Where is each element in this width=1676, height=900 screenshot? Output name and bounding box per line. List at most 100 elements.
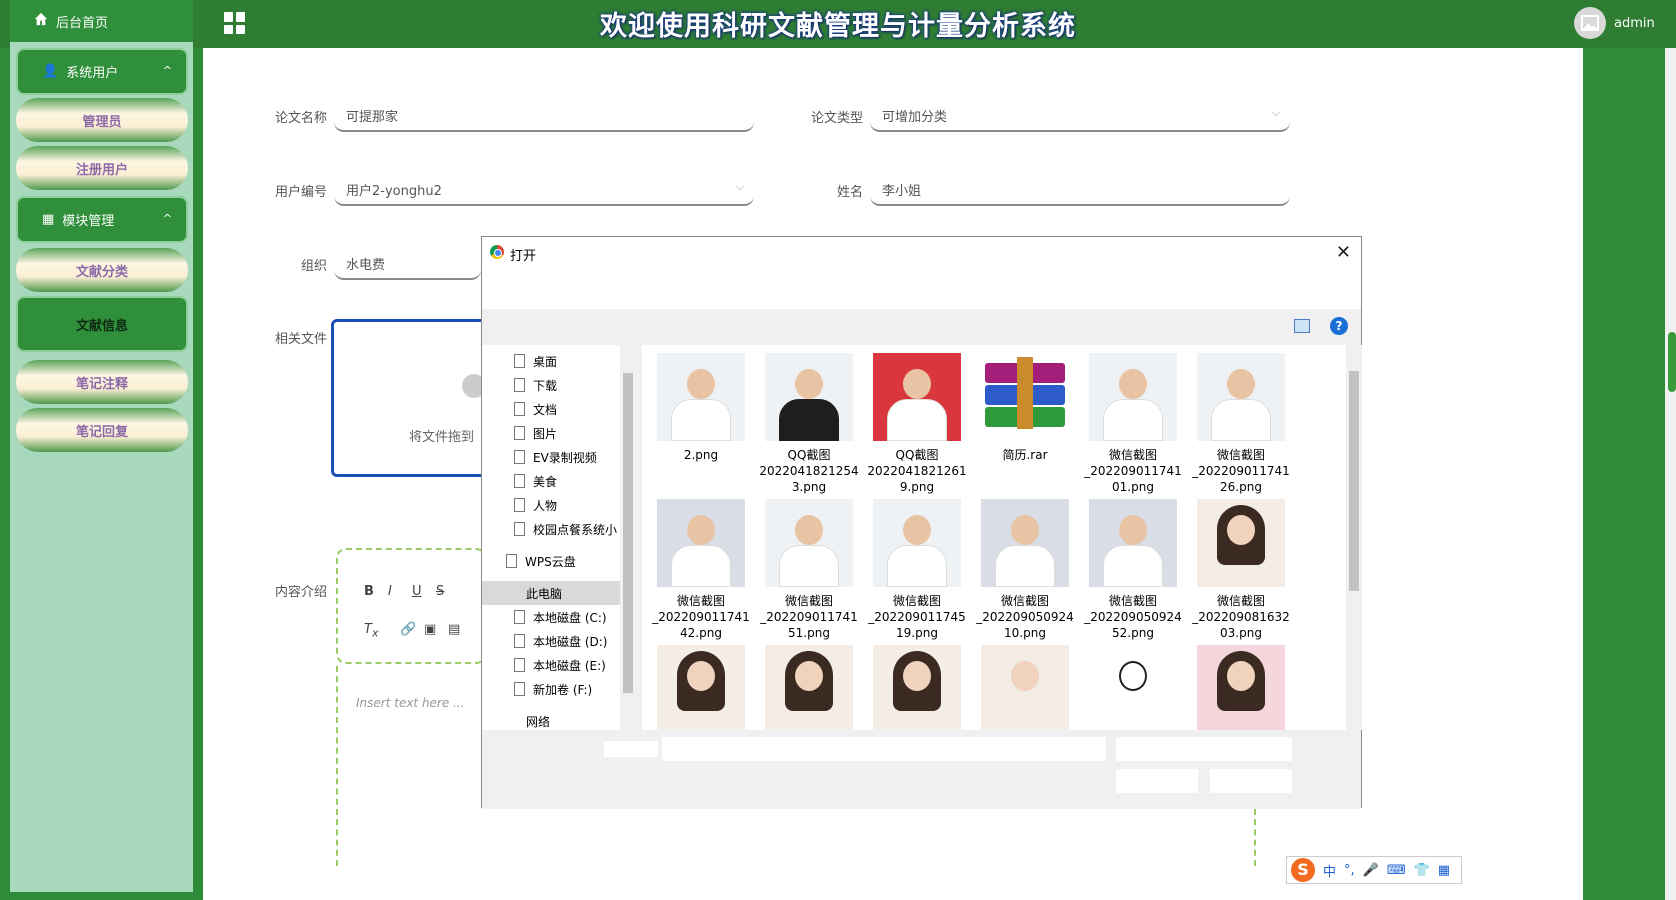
- skin-icon[interactable]: 👕: [1414, 863, 1430, 878]
- file-item[interactable]: [1080, 645, 1186, 730]
- file-name-line3: 51.png: [788, 626, 830, 640]
- file-item[interactable]: [648, 645, 754, 730]
- file-item[interactable]: [972, 645, 1078, 730]
- file-name-line1: QQ截图: [895, 448, 939, 462]
- file-item[interactable]: QQ截图 2022041821261 9.png: [864, 353, 970, 503]
- grid-icon[interactable]: ▦: [1438, 863, 1450, 878]
- file-item[interactable]: 微信截图 _202209011745 19.png: [864, 499, 970, 649]
- paper-type-label: 论文类型: [810, 111, 863, 126]
- navigation-pane: 桌面📌 下载📌 文档📌 图片📌 EV录制视频 美食 人物 校园点餐系统小 WPS…: [482, 345, 636, 730]
- keyboard-icon[interactable]: ⌨: [1387, 863, 1406, 878]
- nav-item-drive-f[interactable]: 新加卷 (F:): [482, 677, 636, 701]
- nav-item-desktop[interactable]: 桌面📌: [482, 349, 636, 373]
- nav-item-wps[interactable]: WPS云盘: [482, 549, 636, 573]
- thumbnail: [981, 645, 1069, 730]
- page-scrollbar-thumb[interactable]: [1668, 332, 1676, 392]
- nav-item-documents[interactable]: 文档📌: [482, 397, 636, 421]
- sidebar-item-admin[interactable]: 管理员: [16, 98, 188, 142]
- nav-item-ev-videos[interactable]: EV录制视频: [482, 445, 636, 469]
- user-icon: 👤: [42, 64, 59, 79]
- file-item[interactable]: 微信截图 _202209050924 52.png: [1080, 499, 1186, 649]
- file-item[interactable]: [756, 645, 862, 730]
- video-icon[interactable]: ▤: [448, 622, 460, 637]
- open-button[interactable]: [1116, 769, 1198, 793]
- link-icon[interactable]: 🔗: [400, 622, 416, 637]
- file-item[interactable]: 微信截图 _202209011741 26.png: [1188, 353, 1294, 503]
- nav-item-campus[interactable]: 校园点餐系统小: [482, 517, 636, 541]
- file-name-line3: 42.png: [680, 626, 722, 640]
- underline-button[interactable]: U: [412, 584, 422, 599]
- nav-item-pictures[interactable]: 图片📌: [482, 421, 636, 445]
- nav-item-drive-d[interactable]: 本地磁盘 (D:): [482, 629, 636, 653]
- file-item[interactable]: 微信截图 _202209011741 51.png: [756, 499, 862, 649]
- nav-item-drive-e[interactable]: 本地磁盘 (E:): [482, 653, 636, 677]
- file-name-line1: 微信截图: [784, 594, 833, 608]
- org-label: 组织: [300, 259, 327, 274]
- file-item[interactable]: [1188, 645, 1294, 730]
- file-name-line1: 微信截图: [1108, 594, 1157, 608]
- nav-group-modules[interactable]: ▦ 模块管理 ^: [16, 196, 188, 243]
- italic-button[interactable]: I: [388, 584, 392, 599]
- file-name-line2: _202209011741: [652, 610, 750, 624]
- file-item[interactable]: 简历.rar: [972, 353, 1078, 503]
- file-item[interactable]: [864, 645, 970, 730]
- user-no-value: 用户2-yonghu2: [346, 184, 442, 199]
- bold-button[interactable]: B: [364, 584, 374, 599]
- dialog-footer: [482, 730, 1361, 809]
- nav-group-system-users[interactable]: 👤 系统用户 ^: [16, 48, 188, 95]
- dialog-titlebar: 打开 ✕: [482, 237, 1361, 309]
- sidebar-item-doc-info[interactable]: 文献信息: [16, 296, 188, 352]
- filetype-select[interactable]: [1116, 737, 1292, 761]
- nav-item-this-pc[interactable]: 此电脑: [482, 581, 636, 605]
- mic-icon[interactable]: 🎤: [1363, 863, 1379, 878]
- nav-item-drive-c[interactable]: 本地磁盘 (C:): [482, 605, 636, 629]
- file-item[interactable]: 微信截图 _202209081632 03.png: [1188, 499, 1294, 649]
- nav-item-downloads[interactable]: 下载📌: [482, 373, 636, 397]
- cancel-button[interactable]: [1210, 769, 1292, 793]
- avatar[interactable]: [1574, 7, 1606, 39]
- help-icon[interactable]: ?: [1330, 317, 1348, 335]
- user-no-label: 用户编号: [274, 185, 327, 200]
- file-item[interactable]: QQ截图 2022041821254 3.png: [756, 353, 862, 503]
- sidebar-item-registered-users[interactable]: 注册用户: [16, 146, 188, 190]
- paper-name-input[interactable]: 可提那家: [334, 98, 754, 132]
- ime-mode-label[interactable]: 中: [1323, 861, 1336, 880]
- sogou-icon[interactable]: S: [1291, 858, 1315, 882]
- drive-icon: [514, 658, 525, 672]
- file-item[interactable]: 2.png: [648, 353, 754, 503]
- sidebar-item-notes[interactable]: 笔记注释: [16, 360, 188, 404]
- nav-item-people[interactable]: 人物: [482, 493, 636, 517]
- file-list: 2.png QQ截图 2022041821254 3.png QQ截图 2022…: [642, 345, 1346, 730]
- thumbnail: [765, 353, 853, 441]
- sidebar-item-doc-category[interactable]: 文献分类: [16, 248, 188, 292]
- clear-format-icon[interactable]: Tx: [364, 622, 378, 640]
- file-name-line1: 微信截图: [1108, 448, 1157, 462]
- page-scrollbar[interactable]: [1665, 48, 1676, 900]
- org-input[interactable]: 水电费: [334, 246, 481, 280]
- name-label: 姓名: [836, 185, 863, 200]
- image-icon[interactable]: ▣: [424, 622, 436, 637]
- file-item[interactable]: 微信截图 _202209011741 01.png: [1080, 353, 1186, 503]
- sidebar-item-note-replies[interactable]: 笔记回复: [16, 408, 188, 452]
- name-input[interactable]: 李小姐: [870, 172, 1290, 206]
- chrome-icon: [490, 245, 504, 259]
- upload-dropzone[interactable]: 将文件拖到: [331, 319, 491, 477]
- nav-scrollbar-thumb[interactable]: [623, 373, 633, 693]
- file-item[interactable]: 微信截图 _202209050924 10.png: [972, 499, 1078, 649]
- chevron-down-icon: ⌵: [735, 180, 744, 193]
- filename-input[interactable]: [662, 737, 1106, 761]
- nav-item-label: 此电脑: [526, 586, 563, 601]
- punct-icon[interactable]: °,: [1344, 863, 1355, 878]
- close-icon[interactable]: ✕: [1336, 242, 1351, 263]
- file-scrollbar-thumb[interactable]: [1349, 371, 1359, 591]
- preview-pane-icon[interactable]: [1294, 319, 1310, 333]
- nav-item-food[interactable]: 美食: [482, 469, 636, 493]
- file-name: 2.png: [683, 448, 719, 462]
- paper-type-select[interactable]: 可增加分类 ⌵: [870, 98, 1290, 132]
- user-no-select[interactable]: 用户2-yonghu2 ⌵: [334, 172, 754, 206]
- strike-button[interactable]: S: [436, 584, 444, 599]
- user-name[interactable]: admin: [1614, 16, 1655, 31]
- file-item[interactable]: 微信截图 _202209011741 42.png: [648, 499, 754, 649]
- rar-archive-icon: [981, 353, 1069, 433]
- file-name-line3: 19.png: [896, 626, 938, 640]
